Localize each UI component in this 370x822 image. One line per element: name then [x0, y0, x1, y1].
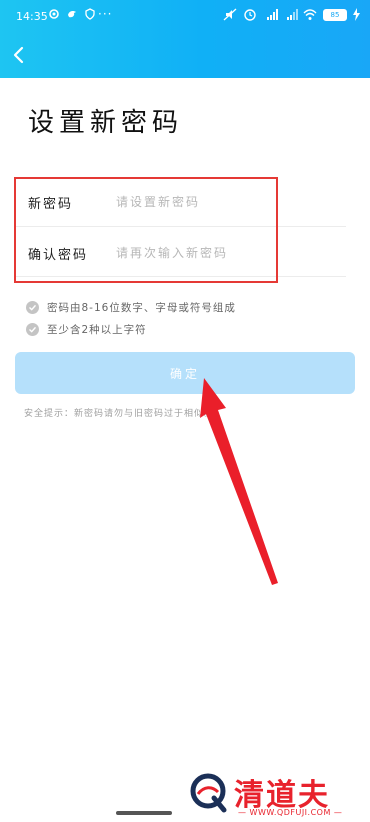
chevron-left-icon — [13, 46, 24, 64]
security-tip: 安全提示：新密码请勿与旧密码过于相似。 — [24, 409, 215, 419]
confirm-button[interactable]: 确定 — [15, 352, 355, 394]
rule-item: 密码由8-16位数字、字母或符号组成 — [26, 296, 236, 318]
watermark-url: — WWW.QDFUJI.COM — — [238, 808, 343, 817]
mute-icon — [223, 8, 237, 21]
status-time: 14:35 — [16, 10, 48, 23]
check-circle-icon — [26, 322, 39, 336]
notification-gear-icon — [48, 8, 60, 20]
check-circle-icon — [26, 300, 39, 314]
watermark-logo-icon — [190, 773, 227, 813]
page-title: 设置新密码 — [28, 108, 184, 138]
rule-text: 至少含2种以上字符 — [47, 323, 147, 336]
password-rules: 密码由8-16位数字、字母或符号组成 至少含2种以上字符 — [26, 296, 236, 340]
status-bar: 14:35 ··· 85 — [0, 0, 370, 32]
notification-shield-icon — [84, 8, 96, 20]
rule-item: 至少含2种以上字符 — [26, 318, 236, 340]
charging-bolt-icon — [353, 8, 360, 21]
watermark: 清道夫 — WWW.QDFUJI.COM — — [188, 772, 360, 818]
home-indicator[interactable] — [116, 811, 172, 815]
battery-indicator: 85 — [323, 8, 347, 21]
system-icons: 85 — [223, 8, 360, 21]
back-button[interactable] — [8, 44, 28, 66]
rule-text: 密码由8-16位数字、字母或符号组成 — [47, 301, 236, 314]
signal-hd-1-icon — [263, 8, 278, 21]
signal-hd-2-icon — [283, 8, 298, 21]
notification-bird-icon — [66, 8, 78, 20]
more-notifications-icon: ··· — [98, 7, 113, 21]
highlight-box — [14, 177, 278, 283]
wifi-icon — [303, 8, 317, 21]
alarm-icon — [243, 8, 257, 21]
notification-icons — [48, 8, 96, 20]
